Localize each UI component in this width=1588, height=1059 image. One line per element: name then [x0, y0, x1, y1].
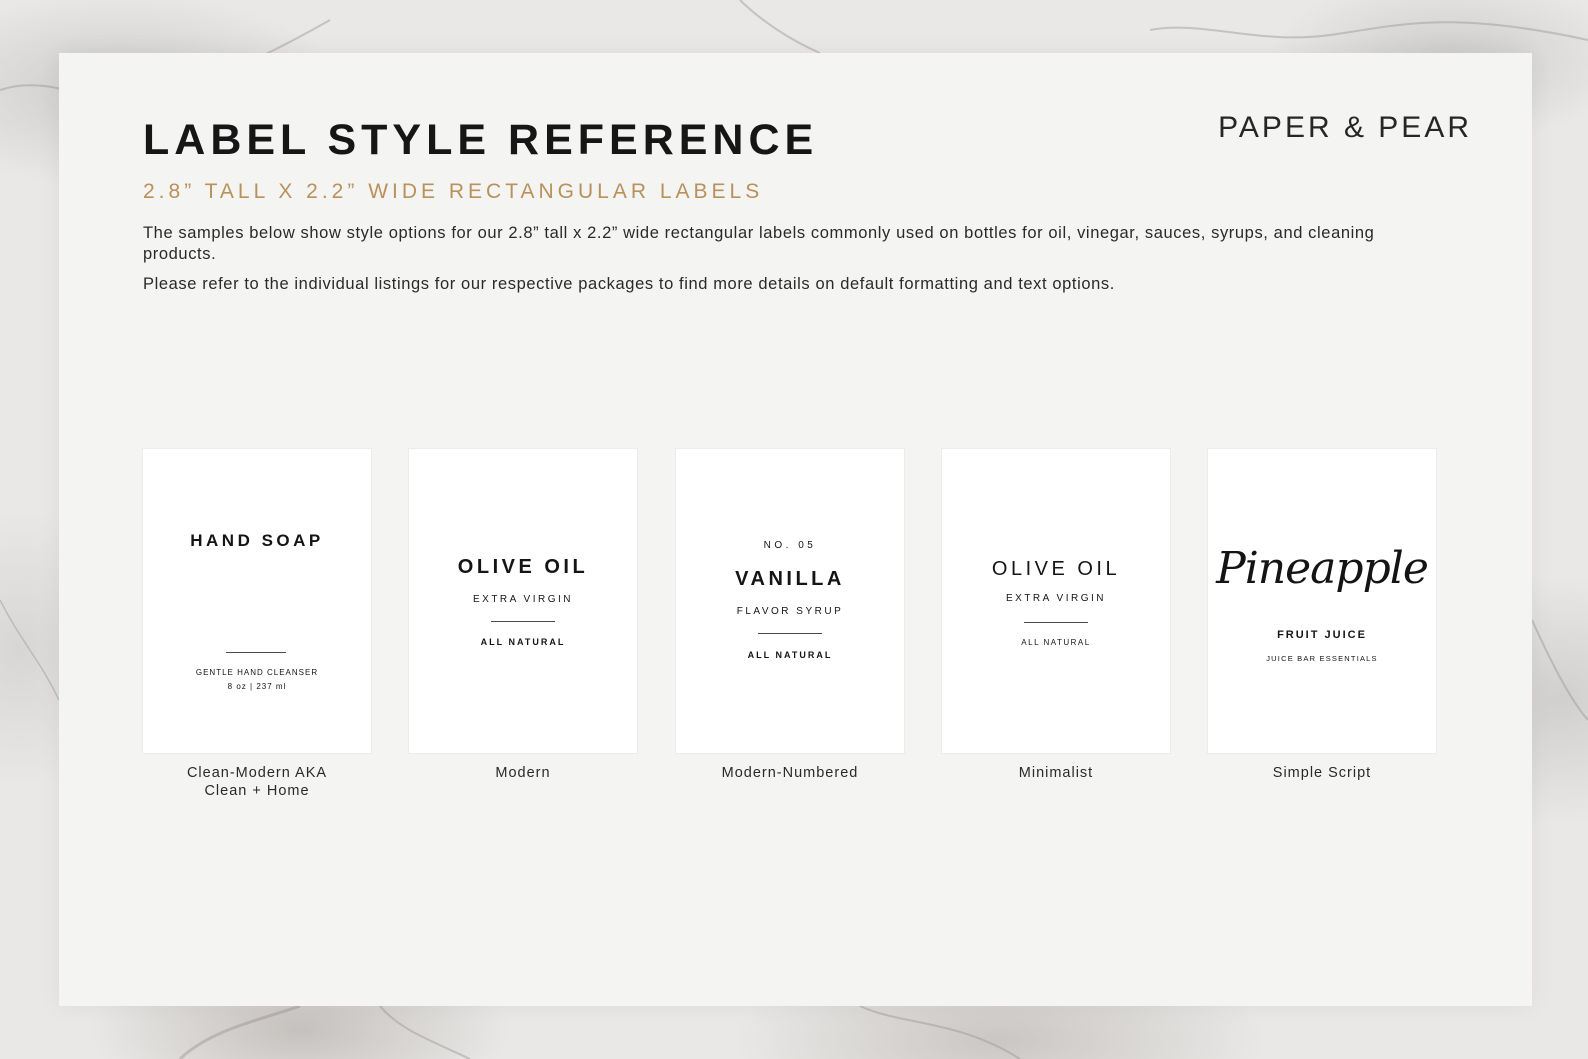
label-product-name: Pineapple [1216, 543, 1429, 594]
label-divider [1024, 622, 1088, 623]
label-descriptor: GENTLE HAND CLEANSER [195, 668, 319, 677]
label-divider [226, 652, 286, 653]
label-number: NO. 05 [763, 540, 817, 551]
sample-modern-numbered: NO. 05 VANILLA FLAVOR SYRUP ALL NATURAL … [675, 448, 905, 782]
label-tagline: ALL NATURAL [480, 637, 566, 647]
label-preview: OLIVE OIL EXTRA VIRGIN ALL NATURAL [941, 448, 1171, 754]
label-product-name: VANILLA [735, 568, 845, 590]
label-preview: NO. 05 VANILLA FLAVOR SYRUP ALL NATURAL [675, 448, 905, 754]
label-preview: HAND SOAP GENTLE HAND CLEANSER 8 oz | 23… [142, 448, 372, 754]
label-tagline: JUICE BAR ESSENTIALS [1266, 654, 1378, 663]
label-product-name: OLIVE OIL [991, 558, 1121, 580]
label-subtitle: FLAVOR SYRUP [736, 606, 844, 617]
label-tagline: ALL NATURAL [747, 650, 833, 660]
sample-minimalist: OLIVE OIL EXTRA VIRGIN ALL NATURAL Minim… [941, 448, 1171, 782]
label-product-name: OLIVE OIL [457, 556, 589, 578]
sample-caption: Simple Script [1272, 765, 1372, 781]
sample-caption: Modern-Numbered [721, 765, 859, 781]
label-subtitle: FRUIT JUICE [1277, 629, 1367, 641]
sample-clean-modern: HAND SOAP GENTLE HAND CLEANSER 8 oz | 23… [142, 448, 372, 800]
label-preview: OLIVE OIL EXTRA VIRGIN ALL NATURAL [408, 448, 638, 754]
brand-logo: PAPER & PEAR [1218, 111, 1472, 144]
label-divider [758, 633, 822, 634]
label-tagline: ALL NATURAL [1021, 638, 1091, 647]
sample-caption: Minimalist [1018, 765, 1094, 781]
reference-sheet: LABEL STYLE REFERENCE PAPER & PEAR 2.8” … [59, 53, 1532, 1006]
label-product-name: HAND SOAP [190, 531, 324, 550]
label-divider [491, 621, 555, 622]
sample-simple-script: Pineapple FRUIT JUICE JUICE BAR ESSENTIA… [1207, 448, 1437, 782]
label-volume: 8 oz | 237 ml [227, 682, 287, 691]
description: The samples below show style options for… [143, 224, 1375, 263]
page-subtitle: 2.8” TALL X 2.2” WIDE RECTANGULAR LABELS [143, 180, 764, 203]
listing-note: Please refer to the individual listings … [143, 275, 1115, 293]
label-preview: Pineapple FRUIT JUICE JUICE BAR ESSENTIA… [1207, 448, 1437, 754]
sample-caption: Modern [495, 765, 551, 781]
label-subtitle: EXTRA VIRGIN [472, 594, 573, 605]
page-title: LABEL STYLE REFERENCE [143, 116, 819, 164]
label-subtitle: EXTRA VIRGIN [1005, 593, 1106, 604]
sample-caption: Clean-Modern AKA Clean + Home [186, 765, 328, 799]
sample-modern: OLIVE OIL EXTRA VIRGIN ALL NATURAL Moder… [408, 448, 638, 782]
